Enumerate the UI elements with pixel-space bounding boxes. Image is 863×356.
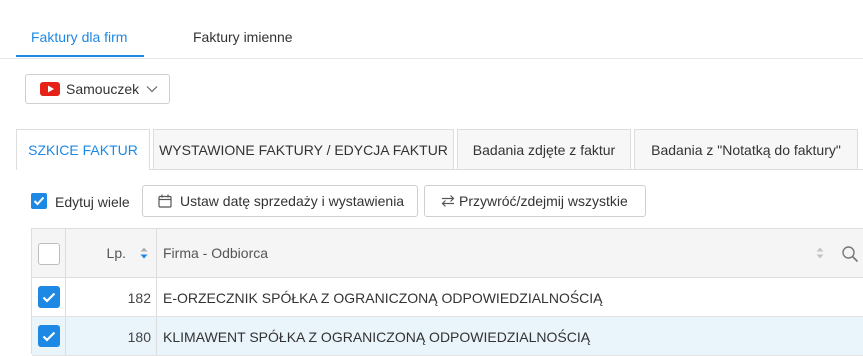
- tab-wystawione-faktury[interactable]: WYSTAWIONE FAKTURY / EDYCJA FAKTUR: [153, 129, 454, 169]
- check-icon: [42, 292, 56, 303]
- sort-icon[interactable]: [816, 247, 824, 259]
- edit-many-label: Edytuj wiele: [55, 194, 130, 210]
- tab-faktury-dla-firm[interactable]: Faktury dla firm: [31, 29, 127, 45]
- tutorial-label: Samouczek: [66, 81, 140, 97]
- tab-badania-notatka-label: Badania z "Notatką do faktury": [651, 141, 841, 158]
- restore-all-button[interactable]: Przywróć/zdejmij wszystkie: [424, 185, 646, 217]
- check-icon: [33, 196, 45, 206]
- row-select-cell: [32, 317, 66, 355]
- sort-desc-icon[interactable]: [140, 247, 148, 259]
- row-lp: 180: [127, 329, 151, 345]
- restore-all-label: Przywróć/zdejmij wszystkie: [459, 193, 628, 209]
- tab-badania-zdjete-label: Badania zdjęte z faktur: [472, 141, 616, 158]
- grid-header: Lp. Firma - Odbiorca: [32, 228, 863, 278]
- tab-szkice-faktur-label: SZKICE FAKTUR: [28, 142, 138, 158]
- invoice-grid: Lp. Firma - Odbiorca 182 E-ORZECZNIK SPÓ…: [31, 228, 863, 356]
- table-row[interactable]: 182 E-ORZECZNIK SPÓŁKA Z OGRANICZONĄ ODP…: [32, 278, 863, 317]
- column-header-lp[interactable]: Lp.: [66, 229, 157, 277]
- active-tab-indicator: [16, 55, 144, 57]
- select-all-checkbox[interactable]: [38, 243, 60, 265]
- set-dates-button[interactable]: Ustaw datę sprzedaży i wystawienia: [142, 185, 418, 217]
- search-icon[interactable]: [841, 245, 859, 263]
- invoice-subtabs: SZKICE FAKTUR WYSTAWIONE FAKTURY / EDYCJ…: [16, 129, 863, 170]
- tab-faktury-imienne[interactable]: Faktury imienne: [193, 29, 293, 45]
- row-firma: E-ORZECZNIK SPÓŁKA Z OGRANICZONĄ ODPOWIE…: [163, 290, 603, 306]
- top-tabs: Faktury dla firm Faktury imienne: [0, 0, 863, 59]
- row-lp: 182: [127, 290, 151, 306]
- swap-arrows-icon: [441, 195, 455, 207]
- row-lp-cell: 180: [66, 317, 157, 355]
- chevron-down-icon: [146, 86, 158, 93]
- table-row[interactable]: 180 KLIMAWENT SPÓŁKA Z OGRANICZONĄ ODPOW…: [32, 317, 863, 356]
- column-firma-label[interactable]: Firma - Odbiorca: [163, 245, 268, 261]
- tab-badania-zdjete[interactable]: Badania zdjęte z faktur: [457, 129, 631, 169]
- tab-badania-notatka[interactable]: Badania z "Notatką do faktury": [634, 129, 858, 169]
- tutorial-button[interactable]: Samouczek: [25, 74, 170, 104]
- tab-wystawione-faktury-label: WYSTAWIONE FAKTURY / EDYCJA FAKTUR: [159, 141, 448, 158]
- row-checkbox[interactable]: [38, 325, 60, 347]
- row-select-cell: [32, 278, 66, 316]
- row-lp-cell: 182: [66, 278, 157, 316]
- row-checkbox[interactable]: [38, 286, 60, 308]
- edit-many-checkbox[interactable]: [31, 193, 47, 209]
- check-icon: [42, 331, 56, 342]
- calendar-icon: [158, 194, 172, 208]
- tab-szkice-faktur[interactable]: SZKICE FAKTUR: [16, 129, 150, 170]
- column-lp-label: Lp.: [106, 245, 126, 261]
- set-dates-label: Ustaw datę sprzedaży i wystawienia: [180, 193, 405, 209]
- row-firma: KLIMAWENT SPÓŁKA Z OGRANICZONĄ ODPOWIEDZ…: [163, 329, 591, 345]
- youtube-icon: [40, 82, 60, 96]
- header-select-cell: [32, 229, 66, 277]
